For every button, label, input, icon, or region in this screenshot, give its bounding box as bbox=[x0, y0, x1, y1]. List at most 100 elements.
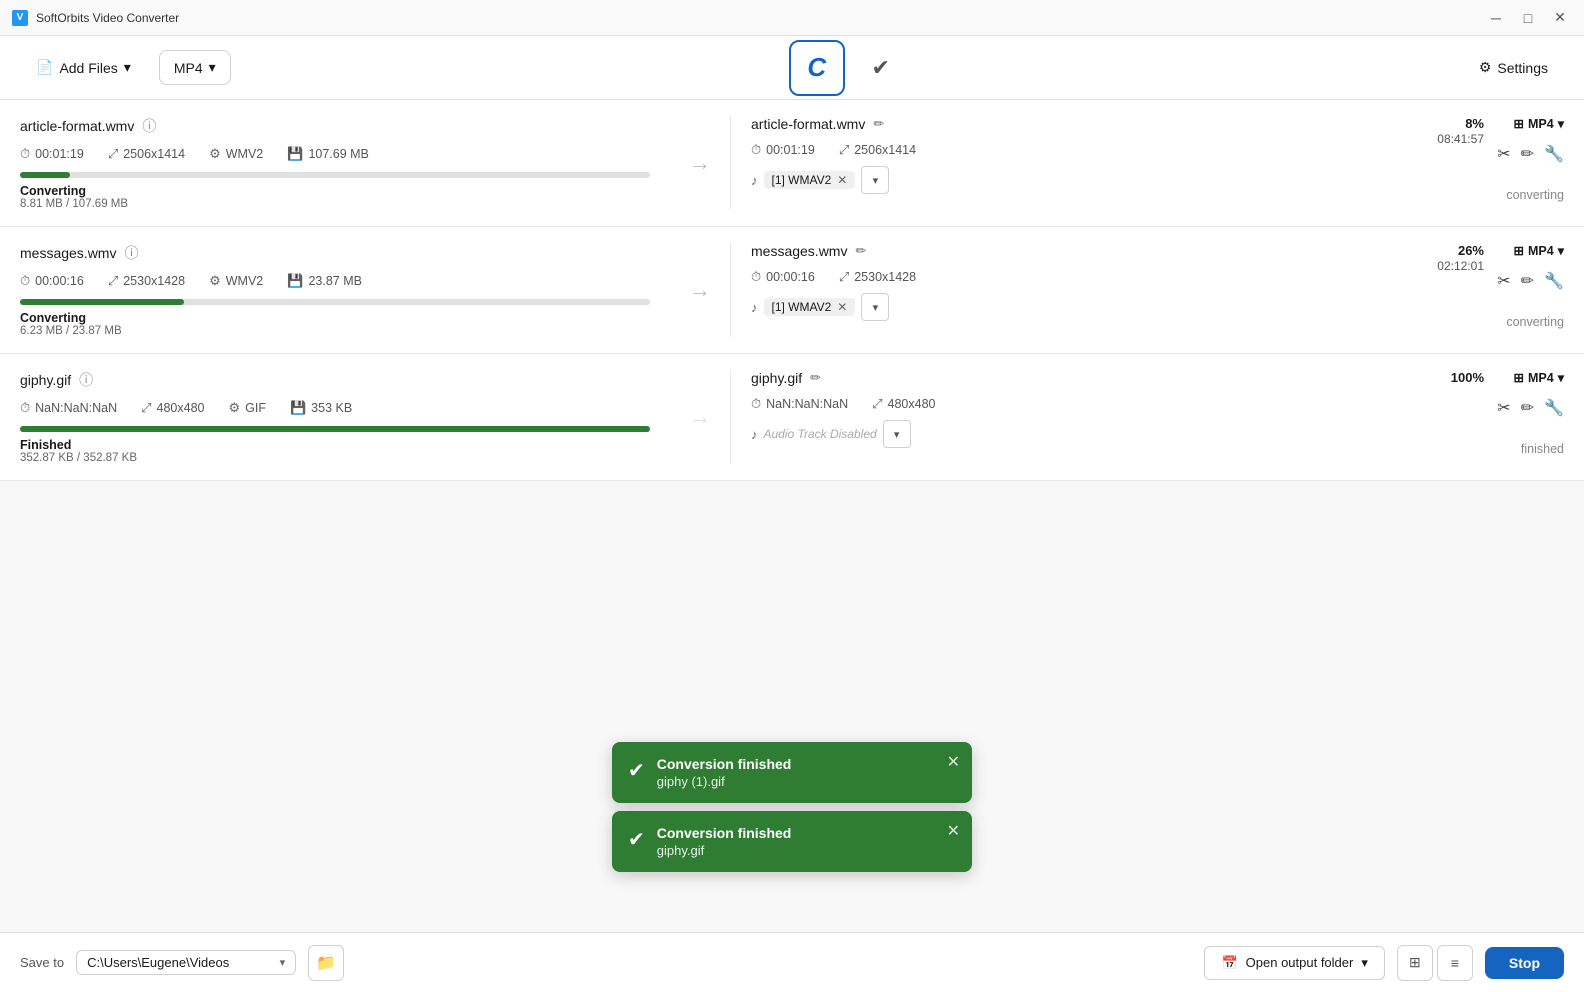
window-controls: ─ □ ✕ bbox=[1484, 6, 1572, 30]
check-icon: ✔ bbox=[872, 55, 890, 81]
file-name-3: giphy.gif bbox=[20, 372, 71, 388]
action-icons-1: ✂ ✏ 🔧 bbox=[1497, 144, 1564, 164]
settings-icon: ⚙ bbox=[1479, 59, 1492, 76]
check-button[interactable]: ✔ bbox=[857, 44, 905, 92]
status-label-1: Converting bbox=[20, 184, 650, 198]
toast-overlay: ✔ Conversion finished giphy (1).gif ✕ ✔ … bbox=[612, 742, 972, 872]
file-name-1: article-format.wmv bbox=[20, 118, 134, 134]
progress-bar-fill-1 bbox=[20, 172, 70, 178]
open-folder-dropdown-icon: ▾ bbox=[1361, 955, 1368, 971]
app-title: SoftOrbits Video Converter bbox=[36, 11, 1484, 25]
rename-icon-2[interactable]: ✏ bbox=[855, 243, 866, 259]
output-format-1[interactable]: ⊞ MP4 ▾ bbox=[1514, 116, 1564, 131]
audio-remove-2[interactable]: ✕ bbox=[837, 300, 847, 314]
audio-dropdown-1[interactable]: ▾ bbox=[861, 166, 889, 194]
resolution-icon-1: ⤢ bbox=[108, 146, 118, 162]
audio-dropdown-2[interactable]: ▾ bbox=[861, 293, 889, 321]
edit-icon-2[interactable]: ✏ bbox=[1521, 271, 1534, 291]
list-view-button[interactable]: ≡ bbox=[1437, 945, 1473, 981]
status-label-3: Finished bbox=[20, 438, 650, 452]
codec-icon-1: ⚙ bbox=[209, 146, 221, 162]
minimize-button[interactable]: ─ bbox=[1484, 6, 1508, 30]
out-name-3: giphy.gif bbox=[751, 370, 802, 386]
toast-close-1[interactable]: ✕ bbox=[947, 752, 960, 772]
info-icon-2[interactable]: ⓘ bbox=[124, 243, 138, 263]
codec-icon-2: ⚙ bbox=[209, 273, 221, 289]
table-row: article-format.wmv ⓘ ⏱ 00:01:19 ⤢ 2506x1… bbox=[0, 100, 1584, 227]
file-right-2: ⊞ MP4 ▾ ✂ ✏ 🔧 messages.wmv ✏ ⏱ 00:00:16 … bbox=[730, 243, 1564, 337]
out-clock-icon-3: ⏱ bbox=[751, 396, 761, 412]
settings-button[interactable]: ⚙ Settings bbox=[1463, 51, 1564, 84]
app-icon: V bbox=[12, 10, 28, 26]
maximize-button[interactable]: □ bbox=[1516, 6, 1540, 30]
wrench-icon-1[interactable]: 🔧 bbox=[1544, 144, 1564, 164]
out-clock-icon-1: ⏱ bbox=[751, 142, 761, 158]
clock-icon-1: ⏱ bbox=[20, 146, 30, 162]
out-res-icon-2: ⤢ bbox=[839, 269, 849, 285]
file-right-1: ⊞ MP4 ▾ ✂ ✏ 🔧 article-format.wmv ✏ ⏱ 00:… bbox=[730, 116, 1564, 210]
out-res-icon-3: ⤢ bbox=[872, 396, 882, 412]
convert-button[interactable]: C bbox=[789, 40, 845, 96]
file-left-3: giphy.gif ⓘ ⏱ NaN:NaN:NaN ⤢ 480x480 ⚙ GI… bbox=[20, 370, 670, 464]
output-format-3[interactable]: ⊞ MP4 ▾ bbox=[1514, 370, 1564, 385]
progress-bar-fill-3 bbox=[20, 426, 650, 432]
stop-button[interactable]: Stop bbox=[1485, 947, 1564, 979]
toast-close-2[interactable]: ✕ bbox=[947, 821, 960, 841]
converting-label-1: converting bbox=[1506, 188, 1564, 202]
arrow-2: → bbox=[670, 243, 730, 337]
audio-note-icon-2: ♪ bbox=[751, 300, 758, 315]
save-path-text: C:\Users\Eugene\Videos bbox=[87, 955, 273, 970]
format-icon-3: ⊞ bbox=[1514, 370, 1524, 385]
wrench-icon-2[interactable]: 🔧 bbox=[1544, 271, 1564, 291]
scissors-icon-2[interactable]: ✂ bbox=[1497, 271, 1510, 291]
open-folder-button[interactable]: 📅 Open output folder ▾ bbox=[1204, 946, 1384, 980]
toast-check-icon-2: ✔ bbox=[628, 827, 645, 852]
progress-detail-3: 352.87 KB / 352.87 KB bbox=[20, 452, 650, 464]
audio-disabled-label-3: Audio Track Disabled bbox=[764, 427, 877, 441]
action-icons-2: ✂ ✏ 🔧 bbox=[1497, 271, 1564, 291]
wrench-icon-3[interactable]: 🔧 bbox=[1544, 398, 1564, 418]
format-icon-2: ⊞ bbox=[1514, 243, 1524, 258]
scissors-icon-3[interactable]: ✂ bbox=[1497, 398, 1510, 418]
time-2: 02:12:01 bbox=[1437, 259, 1484, 273]
edit-icon-3[interactable]: ✏ bbox=[1521, 398, 1534, 418]
file-name-2: messages.wmv bbox=[20, 245, 116, 261]
output-format-2[interactable]: ⊞ MP4 ▾ bbox=[1514, 243, 1564, 258]
path-dropdown-icon: ▾ bbox=[280, 956, 286, 969]
toast-subtitle-1: giphy (1).gif bbox=[657, 774, 956, 789]
edit-icon-1[interactable]: ✏ bbox=[1521, 144, 1534, 164]
grid-view-button[interactable]: ⊞ bbox=[1397, 945, 1433, 981]
clock-icon-2: ⏱ bbox=[20, 273, 30, 289]
arrow-1: → bbox=[670, 116, 730, 210]
audio-note-icon-3: ♪ bbox=[751, 427, 758, 442]
add-files-dropdown-icon: ▾ bbox=[124, 59, 131, 76]
info-icon-1[interactable]: ⓘ bbox=[142, 116, 156, 136]
out-name-1: article-format.wmv bbox=[751, 116, 865, 132]
close-button[interactable]: ✕ bbox=[1548, 6, 1572, 30]
resolution-icon-2: ⤢ bbox=[108, 273, 118, 289]
audio-remove-1[interactable]: ✕ bbox=[837, 173, 847, 187]
browse-folder-button[interactable]: 📁 bbox=[308, 945, 344, 981]
calendar-icon: 📅 bbox=[1221, 955, 1237, 971]
rename-icon-1[interactable]: ✏ bbox=[873, 116, 884, 132]
out-clock-icon-2: ⏱ bbox=[751, 269, 761, 285]
size-icon-3: 💾 bbox=[290, 400, 306, 416]
status-label-2: Converting bbox=[20, 311, 650, 325]
info-icon-3[interactable]: ⓘ bbox=[79, 370, 93, 390]
save-to-label: Save to bbox=[20, 955, 64, 970]
rename-icon-3[interactable]: ✏ bbox=[810, 370, 821, 386]
toast-subtitle-2: giphy.gif bbox=[657, 843, 956, 858]
percent-2: 26% bbox=[1458, 243, 1484, 258]
add-files-button[interactable]: 📄 Add Files ▾ bbox=[20, 51, 147, 84]
format-selector[interactable]: MP4 ▾ bbox=[159, 50, 231, 85]
toast-2: ✔ Conversion finished giphy.gif ✕ bbox=[612, 811, 972, 872]
audio-tag-1: [1] WMAV2 ✕ bbox=[764, 171, 856, 189]
codec-icon-3: ⚙ bbox=[228, 400, 240, 416]
audio-dropdown-3[interactable]: ▾ bbox=[883, 420, 911, 448]
save-path-input[interactable]: C:\Users\Eugene\Videos ▾ bbox=[76, 950, 296, 975]
format-dropdown-icon: ▾ bbox=[209, 59, 216, 76]
format-chevron-1: ▾ bbox=[1558, 116, 1564, 131]
scissors-icon-1[interactable]: ✂ bbox=[1497, 144, 1510, 164]
out-res-icon-1: ⤢ bbox=[839, 142, 849, 158]
bottom-bar: Save to C:\Users\Eugene\Videos ▾ 📁 📅 Ope… bbox=[0, 932, 1584, 992]
